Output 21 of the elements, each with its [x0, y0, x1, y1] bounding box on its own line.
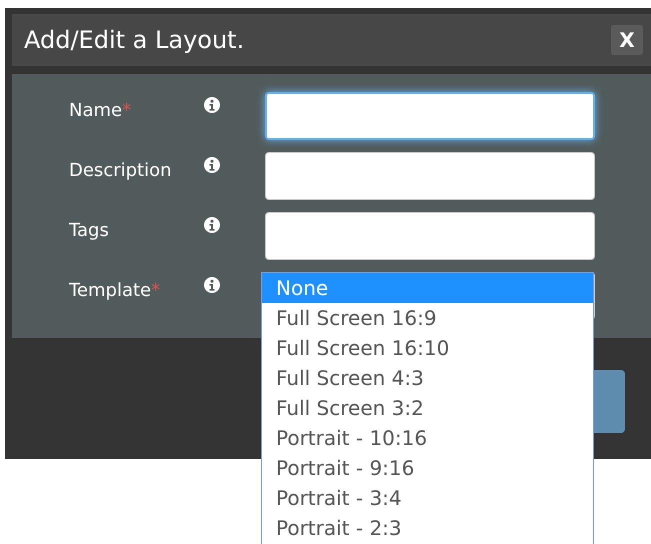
dropdown-option[interactable]: Portrait - 9:16: [262, 453, 593, 483]
info-icon[interactable]: [204, 157, 220, 173]
field-label: Template*: [69, 279, 162, 301]
info-icon[interactable]: [204, 217, 220, 233]
dropdown-option[interactable]: Full Screen 3:2: [262, 393, 593, 423]
dropdown-option[interactable]: Full Screen 16:9: [262, 303, 593, 333]
dropdown-option[interactable]: Portrait - 2:3: [262, 513, 593, 543]
field-label: Name*: [69, 99, 132, 121]
field-label: Tags: [69, 219, 110, 241]
dropdown-option[interactable]: Portrait - 10:16: [262, 423, 593, 453]
close-button[interactable]: X: [611, 25, 643, 55]
dialog-title: Add/Edit a Layout.: [24, 26, 244, 54]
text-field[interactable]: [265, 152, 595, 200]
dropdown-option[interactable]: Portrait - 3:4: [262, 483, 593, 513]
info-icon[interactable]: [204, 97, 220, 113]
dropdown-option[interactable]: Full Screen 16:10: [262, 333, 593, 363]
text-field[interactable]: [265, 92, 595, 140]
info-icon[interactable]: [204, 277, 220, 293]
text-field[interactable]: [265, 212, 595, 260]
dropdown-option[interactable]: Full Screen 4:3: [262, 363, 593, 393]
field-label: Description: [69, 159, 173, 181]
